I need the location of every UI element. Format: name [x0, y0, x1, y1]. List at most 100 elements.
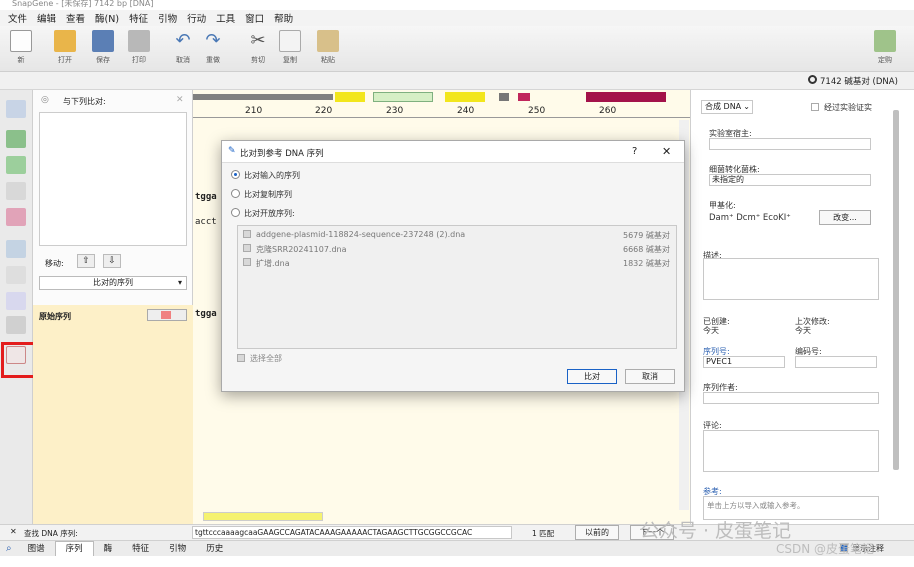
- amino-acid-icon[interactable]: [6, 292, 26, 310]
- menu-primers[interactable]: 引物: [158, 11, 177, 25]
- sequence-line: tgga: [195, 309, 217, 319]
- arrow-right-icon[interactable]: [6, 130, 26, 148]
- dialog-titlebar: ✎ 比对到参考 DNA 序列 ? ✕: [222, 141, 684, 163]
- close-icon[interactable]: ✕: [176, 95, 184, 105]
- radio-option-input[interactable]: [231, 170, 240, 179]
- file-size: 1832 碱基对: [623, 259, 670, 268]
- list-item[interactable]: 克隆SRR20241107.dna 6668 碱基对: [238, 242, 676, 256]
- feature-red: [518, 93, 530, 101]
- search-icon[interactable]: ⌕: [0, 543, 18, 554]
- tab-features[interactable]: 特征: [122, 542, 159, 556]
- numbers-icon[interactable]: [6, 266, 26, 284]
- menu-file[interactable]: 文件: [8, 11, 27, 25]
- tab-sequence[interactable]: 序列: [54, 541, 94, 556]
- ruler-icon[interactable]: [6, 240, 26, 258]
- close-button[interactable]: ✕: [662, 145, 671, 158]
- code-field[interactable]: [795, 356, 877, 368]
- radio-option-open[interactable]: [231, 208, 240, 217]
- file-checkbox[interactable]: [243, 258, 251, 266]
- list-item[interactable]: 扩增.dna 1832 碱基对: [238, 256, 676, 270]
- new-button[interactable]: 新: [6, 30, 36, 65]
- ruler: 210 220 230 240 250 260: [193, 106, 690, 118]
- menu-enzymes[interactable]: 酶(N): [95, 11, 119, 25]
- verified-label: 经过实验证实: [824, 103, 872, 112]
- floppy-icon: [92, 30, 114, 52]
- option-open-label: 比对开放序列:: [244, 209, 295, 218]
- lab-host-select[interactable]: [709, 138, 871, 150]
- toolbar: 新 打开 保存 打印 ↶ 取消 ↷ 重做 ✂ 剪切 复制 粘贴 定购: [0, 26, 914, 72]
- translate-icon[interactable]: [6, 182, 26, 200]
- redo-icon: ↷: [205, 30, 221, 51]
- eye-icon: ◎: [41, 95, 49, 105]
- change-button[interactable]: 改变...: [819, 210, 871, 225]
- clipboard-icon: [317, 30, 339, 52]
- select-all-label: 选择全部: [250, 354, 282, 363]
- seqnum-field[interactable]: PVEC1: [703, 356, 785, 368]
- file-list: addgene-plasmid-118824-sequence-237248 (…: [237, 225, 677, 349]
- file-size: 5679 碱基对: [623, 231, 670, 240]
- find-input[interactable]: tgttcccaaaagcaaGAAGCCAGATACAAAGAAAAACTAG…: [192, 526, 512, 539]
- tab-primers[interactable]: 引物: [159, 542, 196, 556]
- file-checkbox[interactable]: [243, 244, 251, 252]
- menu-window[interactable]: 窗口: [245, 11, 264, 25]
- type-select[interactable]: 合成 DNA ⌄: [701, 100, 753, 114]
- bracket-icon[interactable]: [6, 208, 26, 226]
- find-close-icon[interactable]: ✕: [10, 527, 17, 536]
- select-all-checkbox[interactable]: [237, 354, 245, 362]
- tab-history[interactable]: 历史: [196, 542, 233, 556]
- right-scrollbar[interactable]: [893, 110, 899, 470]
- radio-option-copied[interactable]: [231, 189, 240, 198]
- paste-button[interactable]: 粘贴: [313, 30, 343, 65]
- copy-button[interactable]: 复制: [275, 30, 305, 65]
- verified-checkbox[interactable]: [811, 103, 819, 111]
- print-button[interactable]: 打印: [124, 30, 154, 65]
- ruler-tick: 210: [245, 106, 263, 116]
- find-label: 查找 DNA 序列:: [24, 529, 78, 538]
- save-button[interactable]: 保存: [88, 30, 118, 65]
- bp-count: 7142 碱基对 (DNA): [820, 77, 898, 87]
- feature-bar: [193, 94, 333, 100]
- lines-icon[interactable]: [6, 156, 26, 174]
- view-icon-strip: [0, 90, 33, 524]
- tab-map[interactable]: 图谱: [18, 542, 55, 556]
- author-field[interactable]: [703, 392, 879, 404]
- move-up-button[interactable]: ⇧: [77, 254, 95, 268]
- created-value: 今天: [703, 326, 719, 335]
- bacteria-select[interactable]: 未指定的: [709, 174, 871, 186]
- open-button[interactable]: 打开: [50, 30, 80, 65]
- aligned-select[interactable]: 比对的序列 ▾: [39, 276, 187, 290]
- menu-tools[interactable]: 工具: [216, 11, 235, 25]
- match-count: 1 匹配: [532, 529, 555, 538]
- previous-button[interactable]: 以前的: [575, 525, 619, 540]
- file-checkbox[interactable]: [243, 230, 251, 238]
- move-down-button[interactable]: ⇩: [103, 254, 121, 268]
- help-button[interactable]: ?: [632, 146, 637, 157]
- watermark-csdn: CSDN @皮蛋笔记: [776, 542, 875, 556]
- menu-help[interactable]: 帮助: [274, 11, 293, 25]
- move-label: 移动:: [45, 259, 64, 268]
- undo-button[interactable]: ↶ 取消: [168, 30, 198, 65]
- buy-button[interactable]: 定购: [870, 30, 900, 65]
- tab-enzymes[interactable]: 酶: [94, 542, 123, 556]
- list-item[interactable]: addgene-plasmid-118824-sequence-237248 (…: [238, 228, 676, 242]
- scale-icon[interactable]: [6, 316, 26, 334]
- feature-yellow-1: [335, 92, 365, 102]
- sequence-line: tgga: [195, 192, 217, 202]
- description-field[interactable]: [703, 258, 879, 300]
- menu-actions[interactable]: 行动: [187, 11, 206, 25]
- dialog-title: 比对到参考 DNA 序列: [240, 149, 324, 159]
- cut-button[interactable]: ✂ 剪切: [243, 30, 273, 65]
- redo-button[interactable]: ↷ 重做: [198, 30, 228, 65]
- align-button[interactable]: 比对: [567, 369, 617, 384]
- watermark-text: 公众号 · 皮蛋笔记: [640, 520, 792, 542]
- comment-field[interactable]: [703, 430, 879, 472]
- menu-view[interactable]: 查看: [66, 11, 85, 25]
- menu-features[interactable]: 特征: [129, 11, 148, 25]
- sequence-list[interactable]: [39, 112, 187, 246]
- select-tool-icon[interactable]: [6, 100, 26, 118]
- menu-edit[interactable]: 编辑: [37, 11, 56, 25]
- cancel-button[interactable]: 取消: [625, 369, 675, 384]
- status-row: 7142 碱基对 (DNA): [0, 72, 914, 90]
- horizontal-scrollbar-thumb[interactable]: [203, 512, 323, 521]
- option-input-label: 比对输入的序列: [244, 171, 300, 180]
